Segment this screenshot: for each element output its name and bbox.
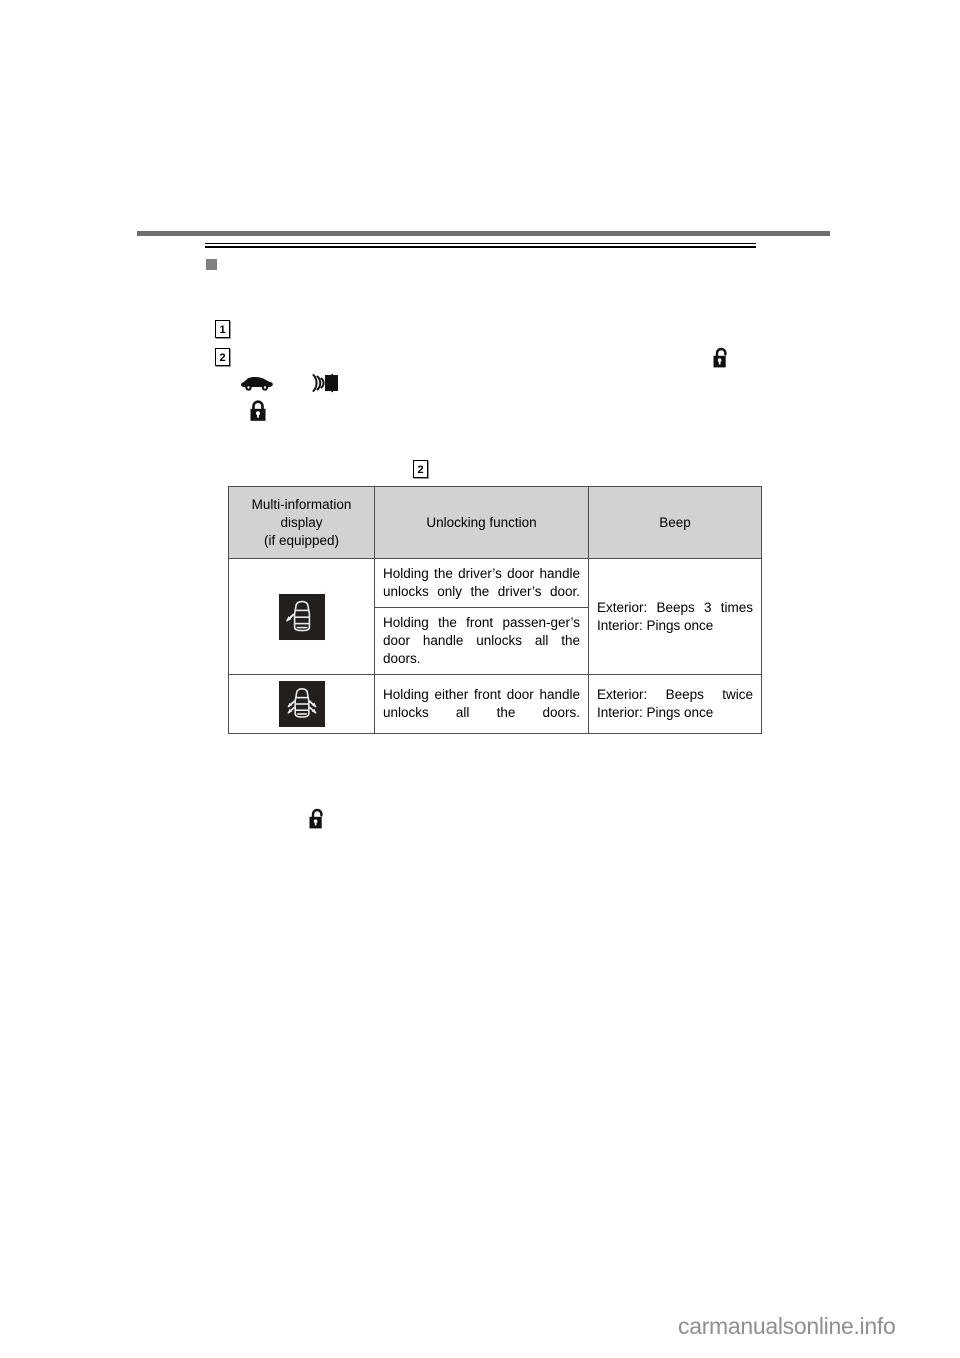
padlock-locked-icon: [240, 400, 276, 422]
header-rule-thin-line: [205, 243, 756, 244]
cell-beep-row-2: Exterior: Beeps twice Interior: Pings on…: [588, 674, 762, 735]
padlock-unlocked-icon-lower: [300, 808, 334, 830]
cell-display-icon-all-doors: [228, 674, 375, 735]
header-line-3: (if equipped): [263, 532, 340, 548]
section-bullet-square: [206, 259, 217, 270]
beep-line-interior: Interior: Pings once: [597, 705, 714, 721]
column-header-multi-information-display: Multi-information display (if equipped): [228, 485, 375, 560]
column-header-beep: Beep: [588, 485, 762, 560]
function-text: Holding either front door handle unlocks…: [383, 687, 580, 721]
step-marker-2: 2: [215, 348, 230, 366]
padlock-unlocked-icon-right: [704, 347, 738, 369]
cell-display-icon-driver-door: [228, 558, 375, 676]
beep-line-interior: Interior: Pings once: [597, 617, 714, 633]
unlocking-function-table: Multi-information display (if equipped) …: [228, 485, 762, 735]
cell-beep-row-1: Exterior: Beeps 3 times Interior: Pings …: [588, 558, 762, 676]
header-double-rule: [205, 243, 756, 248]
step-marker-2-above-table: 2: [413, 460, 428, 478]
cell-unlocking-function-either-front-door: Holding either front door handle unlocks…: [374, 674, 589, 735]
manual-page: 1 2 2 Multi-information display (if equi…: [0, 0, 960, 1358]
table-body: Holding the driver’s door handle unlocks…: [228, 558, 762, 735]
table-header: Multi-information display (if equipped) …: [228, 485, 762, 560]
beep-line-exterior: Exterior: Beeps twice: [597, 687, 753, 703]
header-gray-rule: [137, 231, 830, 236]
table-row: Holding either front door handle unlocks…: [228, 674, 762, 735]
cell-unlocking-function-driver-door: Holding the driver’s door handle unlocks…: [374, 558, 589, 609]
header-line-1: Multi-information: [251, 497, 352, 512]
cell-unlocking-function-passenger-door: Holding the front passen-ger’s door hand…: [374, 607, 589, 676]
car-icon: [238, 373, 276, 393]
table-row: Holding the driver’s door handle unlocks…: [228, 558, 762, 676]
site-watermark: carmanualsonline.info: [678, 1313, 896, 1339]
header-line-2: display: [280, 514, 323, 530]
header-rule-thick-line: [205, 246, 756, 248]
beep-line-exterior: Exterior: Beeps 3 times: [597, 599, 753, 615]
column-header-unlocking-function: Unlocking function: [374, 485, 589, 560]
table-header-row: Multi-information display (if equipped) …: [228, 485, 762, 560]
function-text: Holding the driver’s door handle unlocks…: [383, 566, 580, 600]
function-text: Holding the front passen-ger’s door hand…: [383, 615, 580, 667]
step-marker-1: 1: [215, 320, 230, 338]
speaker-sound-icon: [308, 372, 340, 394]
car-top-view-all-doors-unlock-icon: [278, 681, 325, 728]
car-top-view-driver-door-unlock-icon: [278, 593, 325, 640]
